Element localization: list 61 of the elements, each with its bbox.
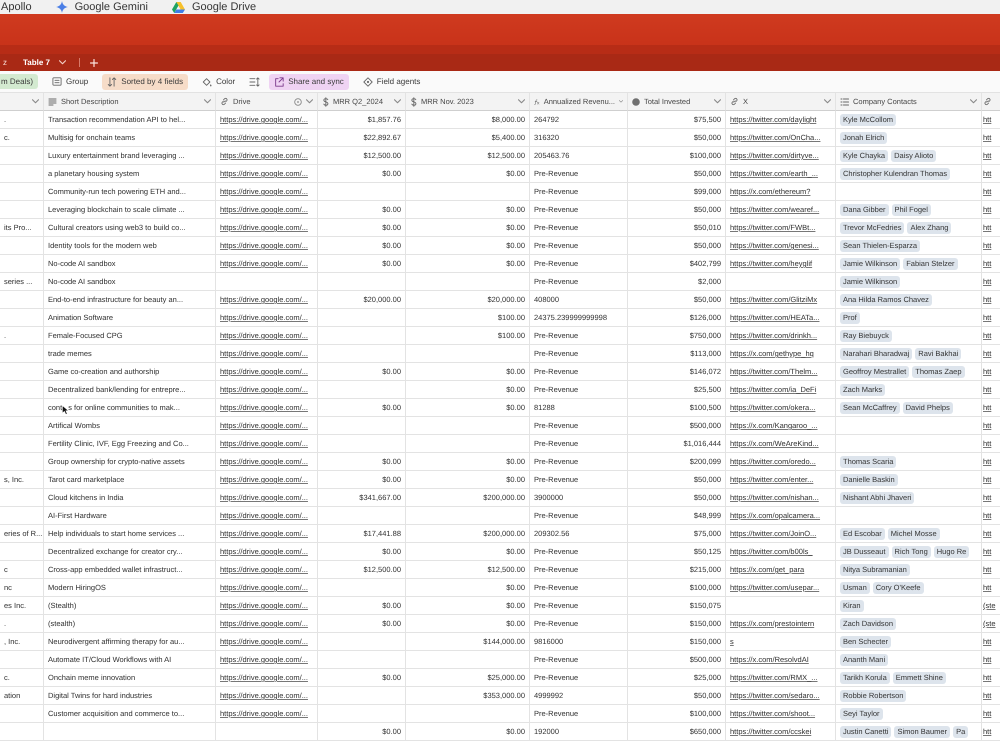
sort-icon — [107, 76, 118, 86]
chevron-down-icon[interactable] — [32, 99, 39, 104]
list-icon — [840, 98, 849, 106]
currency-icon — [322, 96, 329, 106]
chevron-down-icon[interactable] — [619, 99, 623, 104]
share-icon — [274, 76, 284, 86]
empty-cell — [0, 417, 44, 435]
empty-cell — [0, 345, 44, 363]
circle-dot-icon[interactable] — [294, 98, 302, 106]
text-lines-icon — [48, 98, 57, 106]
empty-cell — [0, 489, 44, 507]
chevron-down-icon[interactable] — [394, 99, 401, 104]
column-header[interactable] — [982, 93, 1000, 111]
view-button[interactable]: m Deals) — [0, 74, 38, 89]
empty-cell — [0, 237, 44, 255]
currency-icon — [410, 96, 417, 106]
table-tab[interactable]: z — [0, 55, 10, 70]
table-tab[interactable]: Table 7 — [20, 55, 69, 70]
chevron-down-icon[interactable] — [970, 99, 977, 104]
empty-cell — [0, 381, 44, 399]
empty-cell — [0, 255, 44, 273]
chevron-down-icon[interactable] — [306, 99, 313, 104]
sparkle-icon — [56, 1, 68, 13]
chevron-down-icon[interactable] — [204, 99, 211, 104]
empty-cell — [0, 309, 44, 327]
chevron-down-icon[interactable] — [518, 99, 525, 104]
empty-cell — [0, 147, 44, 165]
sort-button[interactable]: Sorted by 4 fields — [102, 74, 188, 90]
empty-cell — [0, 705, 44, 723]
share-and-sync-button[interactable]: Share and sync — [269, 74, 349, 90]
triangle-icon — [172, 2, 185, 12]
empty-cell — [0, 363, 44, 381]
empty-cell — [0, 507, 44, 525]
empty-cell — [0, 543, 44, 561]
empty-cell — [0, 453, 44, 471]
link-icon — [730, 97, 739, 106]
empty-cell — [0, 651, 44, 669]
chevron-down-icon[interactable] — [824, 99, 831, 104]
mouse-pointer-icon — [62, 404, 70, 414]
color-button[interactable]: Color — [197, 74, 240, 90]
empty-cell — [0, 723, 44, 741]
group-icon — [52, 77, 62, 86]
bookmark-link[interactable]: Google Drive — [172, 0, 256, 14]
diamond-icon — [362, 76, 373, 86]
link-icon — [220, 97, 229, 106]
empty-cell — [0, 435, 44, 453]
chevron-down-icon[interactable] — [714, 99, 721, 104]
formula-icon — [534, 96, 540, 106]
paint-bucket-icon — [202, 76, 212, 86]
plus-icon[interactable] — [90, 58, 98, 66]
empty-cell — [0, 201, 44, 219]
field-agents-button[interactable]: Field agents — [358, 74, 426, 90]
link-icon — [983, 97, 992, 106]
empty-cell — [0, 183, 44, 201]
group-button[interactable]: Group — [47, 74, 94, 89]
bookmark-link[interactable]: Apollo — [1, 0, 32, 14]
bookmark-link[interactable]: Google Gemini — [56, 0, 148, 14]
empty-cell — [0, 291, 44, 309]
empty-cell — [0, 165, 44, 183]
row-height-icon[interactable] — [249, 76, 260, 86]
circle-icon — [632, 98, 640, 106]
